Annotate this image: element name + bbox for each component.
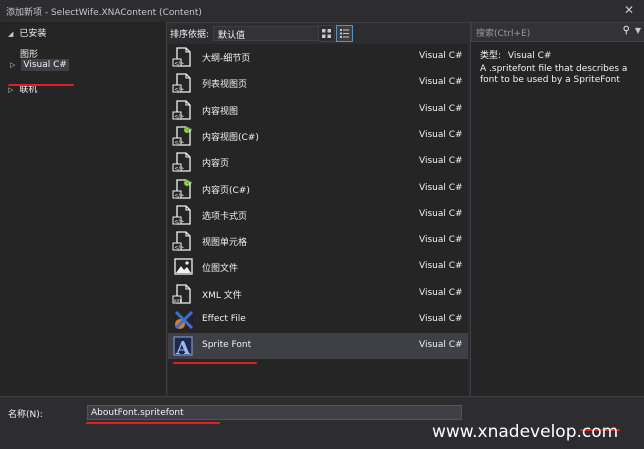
grid-view-icon [322,29,331,38]
item-name: 位图文件 [202,264,239,275]
item-type: Visual C# [419,182,463,193]
window-title: 添加新项 - SelectWife.XNAContent (Content) [6,8,202,18]
list-item[interactable]: </> 内容视图 Visual C# [168,97,468,123]
page-icon: </> [172,205,191,225]
collapsed-triangle-icon[interactable]: ▷ [10,61,15,69]
name-label: 名称(N): [8,410,43,420]
tree-node-installed[interactable]: ◢ 已安装 [8,26,46,39]
list-item[interactable]: </> C# 内容视图(C#) Visual C# [168,123,468,149]
item-type: Visual C# [419,261,463,272]
item-type: Visual C# [419,51,463,61]
item-type: Visual C# [419,287,463,298]
red-underline-annotation [173,362,257,364]
sprite-font-icon: A [173,336,193,357]
page-csharp-icon: </>C# [172,126,192,146]
template-list: </> 大纲-细节页 Visual C# </> 列表视图页 Visual C# </> 内容… [168,44,468,396]
item-name: 列表视图页 [202,80,248,91]
search-placeholder: 搜索(Ctrl+E) [476,29,531,39]
item-name: Sprite Font [202,340,252,351]
search-box[interactable]: 搜索(Ctrl+E) ⚲ ▼ [471,22,644,42]
page-icon: </> [172,99,191,120]
page-icon: </> [172,152,191,172]
list-item[interactable]: </> 内容页 Visual C# [168,149,468,175]
tree-node-visual-csharp[interactable]: ▷ Visual C# [10,59,69,71]
chevron-down-icon[interactable]: ▼ [635,26,641,35]
grid-view-button[interactable] [318,25,335,42]
list-item[interactable]: </> 列表视图页 Visual C# [168,70,468,96]
item-name: 内容视图(C#) [202,132,259,143]
item-type: Visual C# [419,77,463,88]
effect-file-icon [174,310,194,330]
svg-text:</>: </> [174,166,184,172]
expanded-triangle-icon[interactable]: ◢ [8,30,13,38]
item-name: Effect File [202,314,246,324]
list-item[interactable]: </> 选项卡式页 Visual C# [168,202,468,228]
list-item[interactable]: </> 视图单元格 Visual C# [168,228,468,254]
item-description: A .spritefont file that describes a font… [480,64,628,85]
svg-text:C#: C# [185,128,192,134]
red-underline-annotation [8,84,74,86]
red-underline-annotation [86,422,220,424]
list-view-icon [340,29,349,38]
svg-text:A: A [175,338,191,357]
page-icon: </> [172,47,191,67]
page-icon: </> [172,73,191,93]
list-item[interactable]: Effect File Visual C# [168,307,468,333]
svg-text:</>: </> [174,219,184,225]
close-icon[interactable]: ✕ [624,3,634,17]
item-name: XML 文件 [202,290,242,301]
list-item[interactable]: xml XML 文件 Visual C# [168,281,468,307]
item-type: Visual C# [419,156,463,167]
info-panel: 搜索(Ctrl+E) ⚲ ▼ 类型: Visual C# A .spritefo… [470,22,644,396]
item-type: Visual C# [419,129,463,140]
item-name: 内容页(C#) [202,185,250,196]
sort-dropdown[interactable]: 默认值 ▼ [213,26,329,41]
item-type: Visual C# [419,340,463,351]
list-item[interactable]: </> C# 内容页(C#) Visual C# [168,176,468,202]
watermark-text: www.xnadevelop.com [432,422,619,442]
search-icon[interactable]: ⚲ [623,25,630,36]
svg-text:</>: </> [174,114,184,120]
sort-toolbar: 排序依据: 默认值 ▼ [166,22,468,44]
svg-text:</>: </> [174,140,184,146]
svg-text:</>: </> [174,193,184,199]
list-item[interactable]: 位图文件 Visual C# [168,254,468,280]
item-name: 视图单元格 [202,238,248,249]
svg-text:xml: xml [174,297,182,303]
list-view-button[interactable] [336,25,353,42]
item-name: 内容视图 [202,106,239,117]
item-name: 大纲-细节页 [202,54,251,64]
page-csharp-icon: </>C# [172,178,192,199]
item-type: Visual C# [419,208,463,219]
page-icon: </> [172,231,191,251]
list-item[interactable]: </> 大纲-细节页 Visual C# [168,44,468,70]
item-type: Visual C# [419,235,463,246]
item-name: 选项卡式页 [202,211,248,222]
xml-file-icon: xml [172,284,191,303]
type-label: 类型: [480,51,502,61]
type-line: 类型: Visual C# [480,48,551,61]
bitmap-icon [174,258,193,276]
template-tree: ◢ 已安装 图形 ▷ Visual C# ▷ 联机 [0,22,167,396]
item-type: Visual C# [419,314,463,324]
sort-label: 排序依据: [170,30,210,40]
type-value: Visual C# [507,51,552,61]
item-type: Visual C# [419,103,463,114]
sort-value: 默认值 [218,31,246,41]
svg-text:</>: </> [174,245,184,251]
svg-text:</>: </> [174,61,184,67]
list-item[interactable]: A Sprite Font Visual C# [168,333,468,360]
svg-text:C#: C# [185,181,192,187]
collapsed-triangle-icon[interactable]: ▷ [8,86,13,94]
item-name: 内容页 [202,159,230,170]
name-input[interactable] [87,405,462,420]
svg-text:</>: </> [174,87,184,93]
title-bar: 添加新项 - SelectWife.XNAContent (Content) ✕ [0,0,644,23]
